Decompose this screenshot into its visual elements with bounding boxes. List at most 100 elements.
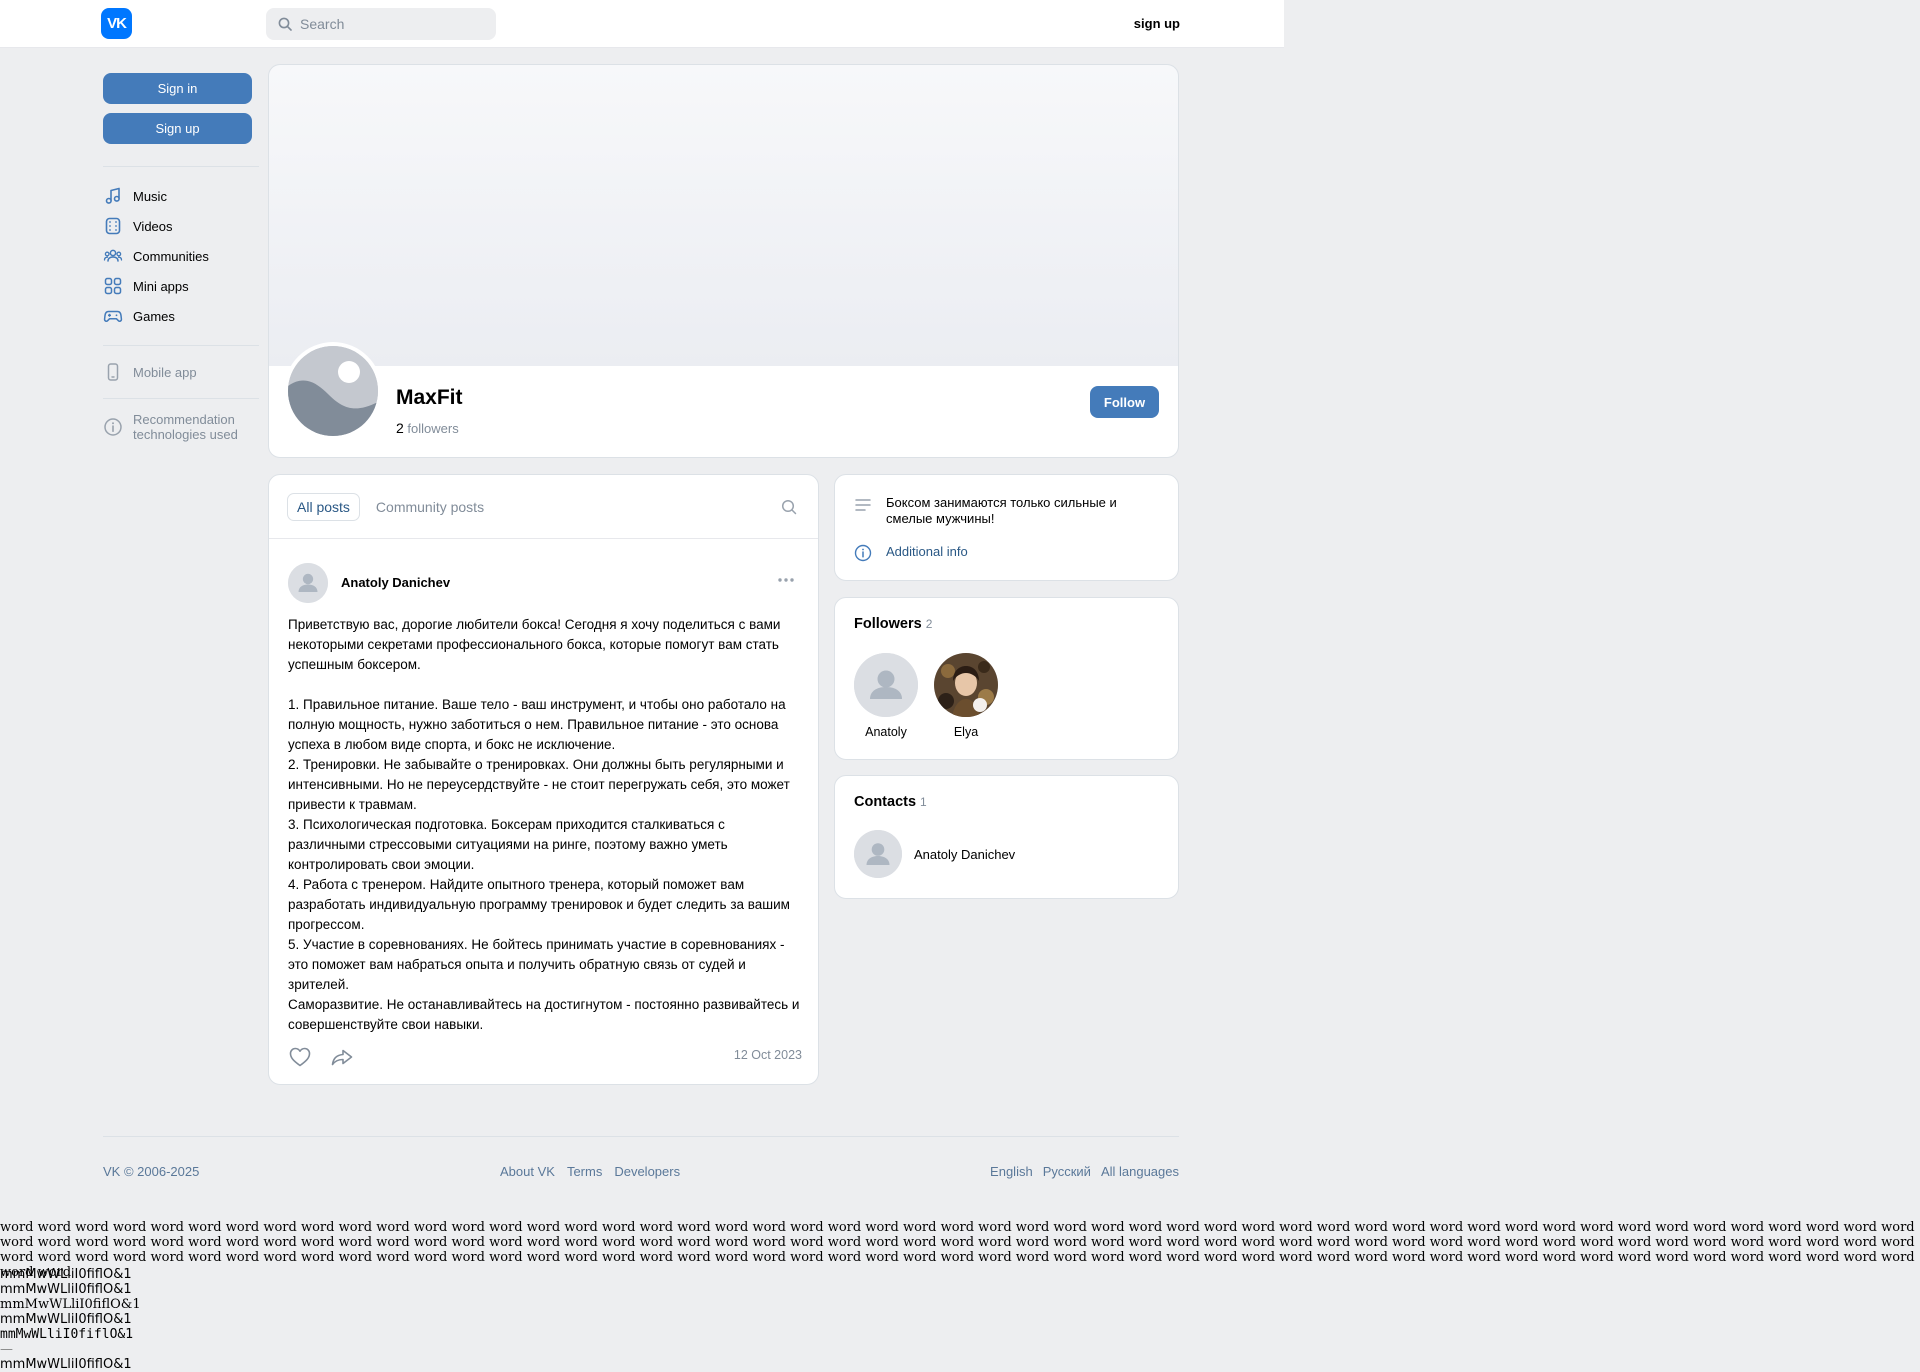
info-icon — [103, 417, 123, 437]
community-followers[interactable]: 2 followers — [396, 420, 459, 436]
contacts-count-badge: 1 — [920, 795, 927, 809]
sidebar-item-label: Communities — [133, 248, 209, 264]
user-placeholder-icon — [288, 563, 328, 603]
share-icon[interactable] — [330, 1046, 354, 1068]
font-test-sample: mmMwWLliI0fiflO&1 — [0, 1297, 141, 1312]
footer-lang-english[interactable]: English — [990, 1164, 1033, 1179]
user-placeholder-icon — [854, 653, 918, 717]
top-header: VK sign up — [0, 0, 1284, 48]
search-icon — [278, 17, 292, 31]
sidebar-item-label: Mini apps — [133, 278, 189, 294]
sign-up-button[interactable]: Sign up — [103, 113, 252, 144]
contact-name[interactable]: Anatoly Danichev — [914, 847, 1015, 862]
like-heart-icon[interactable] — [288, 1046, 312, 1068]
followers-count: 2 — [396, 420, 404, 436]
additional-info-link[interactable]: Additional info — [886, 543, 968, 561]
description-row: Боксом занимаются только сильные и смелы… — [854, 495, 1151, 527]
follower-item[interactable]: Anatoly — [851, 653, 921, 739]
left-sidebar: Sign in Sign up Music Videos Communities… — [103, 73, 259, 447]
font-test-sample: mmMwWLliI0fiflO&1 — [0, 1267, 132, 1282]
sidebar-item-mobile-app[interactable]: Mobile app — [103, 357, 259, 387]
cover-image — [268, 64, 1179, 366]
footer-terms-link[interactable]: Terms — [567, 1164, 602, 1179]
font-test-dash: — — [0, 1342, 13, 1357]
tab-all-posts[interactable]: All posts — [287, 493, 360, 521]
sidebar-item-label: Music — [133, 188, 167, 204]
sidebar-divider — [103, 345, 259, 346]
follower-name: Anatoly — [865, 725, 907, 739]
additional-info-row[interactable]: Additional info — [854, 543, 968, 562]
post-date[interactable]: 12 Oct 2023 — [699, 1048, 802, 1062]
info-icon — [854, 544, 872, 562]
sign-in-button[interactable]: Sign in — [103, 73, 252, 104]
sidebar-item-videos[interactable]: Videos — [103, 211, 259, 241]
avatar — [854, 653, 918, 717]
user-photo-icon — [934, 653, 998, 717]
follower-name: Elya — [953, 725, 979, 739]
followers-card: Followers 2 Anatoly Elya — [834, 597, 1179, 760]
footer-developers-link[interactable]: Developers — [614, 1164, 680, 1179]
phone-icon — [103, 362, 123, 382]
community-description: Боксом занимаются только сильные и смелы… — [886, 495, 1117, 526]
recommendation-line-1: Recommendation — [133, 412, 235, 427]
font-test-words: word word word word word word word word … — [0, 1220, 1915, 1280]
sidebar-item-communities[interactable]: Communities — [103, 241, 259, 271]
search-box[interactable] — [266, 8, 496, 40]
sidebar-divider — [103, 166, 259, 167]
community-avatar[interactable] — [284, 342, 382, 440]
placeholder-image-icon — [288, 346, 378, 436]
sidebar-divider — [103, 398, 259, 399]
music-icon — [103, 186, 123, 206]
contacts-card: Contacts 1 Anatoly Danichev — [834, 775, 1179, 899]
tab-community-posts[interactable]: Community posts — [366, 493, 494, 521]
more-options-icon[interactable] — [777, 577, 795, 583]
follow-button[interactable]: Follow — [1090, 386, 1159, 418]
post-author-name[interactable]: Anatoly Danichev — [341, 575, 450, 590]
description-lines-icon — [854, 496, 872, 514]
avatar — [934, 653, 998, 717]
sidebar-item-label: Videos — [133, 218, 173, 234]
header-signup-link[interactable]: sign up — [1110, 16, 1180, 31]
contacts-title-text: Contacts — [854, 794, 917, 810]
posts-tabs: All posts Community posts — [287, 493, 500, 521]
sidebar-item-mini-apps[interactable]: Mini apps — [103, 271, 259, 301]
footer-lang-russian[interactable]: Русский — [1043, 1164, 1091, 1179]
footer-language-links: English Русский All languages — [990, 1164, 1179, 1179]
user-placeholder-icon — [854, 830, 902, 878]
communities-icon — [103, 246, 123, 266]
video-icon — [103, 216, 123, 236]
search-input[interactable] — [300, 8, 490, 40]
font-test-sample: mmMwWLliI0fiflO&1 — [0, 1357, 132, 1372]
footer-links: About VK Terms Developers — [500, 1164, 680, 1179]
followers-label: followers — [407, 421, 459, 436]
footer-all-languages[interactable]: All languages — [1101, 1164, 1179, 1179]
avatar[interactable] — [854, 830, 902, 878]
follower-item[interactable]: Elya — [931, 653, 1001, 739]
profile-bar — [268, 366, 1179, 458]
community-name: MaxFit — [396, 386, 463, 409]
footer-copyright[interactable]: VK © 2006-2025 — [103, 1164, 199, 1179]
posts-card: All posts Community posts Anatoly Danich… — [268, 474, 819, 1085]
recommendation-line-2: technologies used — [133, 427, 238, 442]
post-text: Приветствую вас, дорогие любители бокса!… — [288, 617, 800, 1032]
posts-divider — [269, 538, 818, 539]
font-test-sample: mmMwWLliI0fiflO&1 — [0, 1282, 132, 1297]
search-icon[interactable] — [781, 499, 797, 515]
info-card: Боксом занимаются только сильные и смелы… — [834, 474, 1179, 581]
vk-logo[interactable]: VK — [101, 8, 132, 39]
footer-about-link[interactable]: About VK — [500, 1164, 555, 1179]
contacts-title[interactable]: Contacts 1 — [854, 794, 927, 810]
sidebar-item-label: Recommendation technologies used — [133, 412, 238, 442]
sidebar-item-music[interactable]: Music — [103, 181, 259, 211]
sidebar-item-games[interactable]: Games — [103, 301, 259, 331]
sidebar-item-label: Mobile app — [133, 364, 197, 380]
sidebar-item-recommendation-tech[interactable]: Recommendation technologies used — [103, 407, 259, 447]
font-test-sample: mmMwWLliI0fiflO&1 — [0, 1312, 132, 1327]
sidebar-item-label: Games — [133, 308, 175, 324]
followers-count-badge: 2 — [925, 617, 933, 631]
followers-title[interactable]: Followers 2 — [854, 616, 932, 632]
gamepad-icon — [103, 306, 123, 326]
avatar[interactable] — [288, 563, 328, 603]
font-test-sample: mmMwWLliI0fiflO&1 — [0, 1327, 134, 1342]
followers-title-text: Followers — [854, 616, 922, 632]
